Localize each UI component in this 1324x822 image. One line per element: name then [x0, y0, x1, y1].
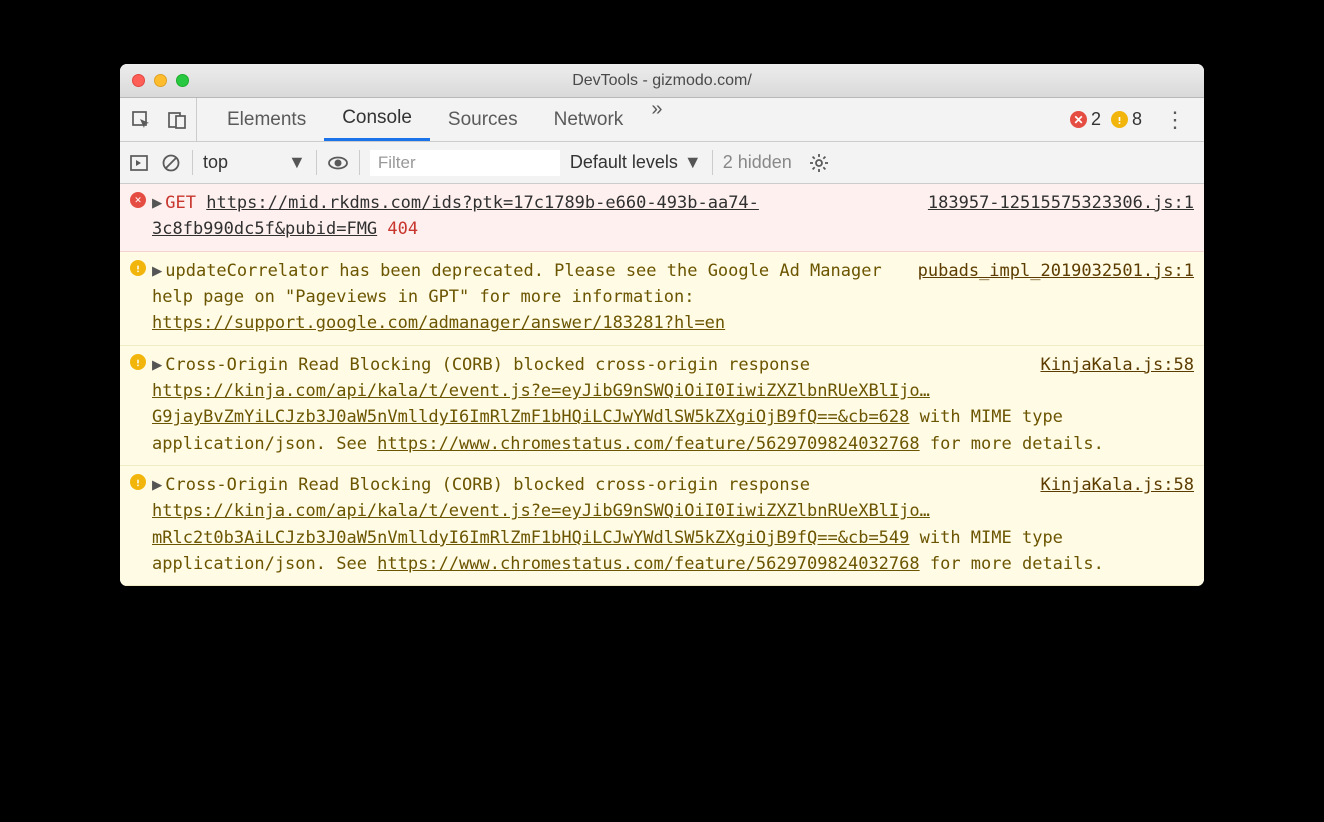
error-icon: ✕ — [1070, 111, 1087, 128]
console-log: ✕ 183957-12515575323306.js:1 ▶GET https:… — [120, 184, 1204, 586]
hidden-count[interactable]: 2 hidden — [723, 152, 792, 173]
warning-icon — [1111, 111, 1128, 128]
request-url[interactable]: https://mid.rkdms.com/ids?ptk=17c1789b-e… — [152, 193, 759, 239]
tabbar: Elements Console Sources Network » ✕ 2 8… — [120, 98, 1204, 142]
error-icon: ✕ — [130, 192, 146, 208]
log-text: updateCorrelator has been deprecated. Pl… — [152, 261, 882, 307]
levels-dropdown[interactable]: Default levels ▼ — [570, 152, 702, 173]
live-expression-icon[interactable] — [327, 152, 349, 174]
expand-caret-icon[interactable]: ▶ — [152, 193, 162, 213]
log-row[interactable]: KinjaKala.js:58 ▶Cross-Origin Read Block… — [120, 346, 1204, 466]
log-text: Cross-Origin Read Blocking (CORB) blocke… — [165, 355, 810, 375]
log-link[interactable]: https://kinja.com/api/kala/t/event.js?e=… — [152, 501, 930, 547]
console-toolbar: top ▼ Default levels ▼ 2 hidden — [120, 142, 1204, 184]
source-link[interactable]: 183957-12515575323306.js:1 — [928, 190, 1194, 216]
titlebar: DevTools - gizmodo.com/ — [120, 64, 1204, 98]
filter-input[interactable] — [370, 150, 560, 176]
http-method: GET — [165, 193, 196, 213]
source-link[interactable]: KinjaKala.js:58 — [1040, 352, 1194, 378]
expand-caret-icon[interactable]: ▶ — [152, 261, 162, 281]
source-link[interactable]: KinjaKala.js:58 — [1040, 472, 1194, 498]
http-status: 404 — [387, 219, 418, 239]
gear-icon[interactable] — [808, 152, 830, 174]
close-button[interactable] — [132, 74, 145, 87]
log-link[interactable]: https://www.chromestatus.com/feature/562… — [377, 554, 919, 574]
log-text: Cross-Origin Read Blocking (CORB) blocke… — [165, 475, 810, 495]
tabs: Elements Console Sources Network » — [209, 98, 672, 141]
maximize-button[interactable] — [176, 74, 189, 87]
more-menu[interactable]: ⋮ — [1152, 107, 1198, 133]
warning-count-value: 8 — [1132, 109, 1142, 130]
clear-console-icon[interactable] — [160, 152, 182, 174]
log-row[interactable]: KinjaKala.js:58 ▶Cross-Origin Read Block… — [120, 466, 1204, 586]
tab-sources[interactable]: Sources — [430, 98, 536, 141]
tab-elements[interactable]: Elements — [209, 98, 324, 141]
console-drawer-icon[interactable] — [128, 152, 150, 174]
inspect-icon[interactable] — [130, 109, 152, 131]
toolbar-icons — [126, 98, 197, 141]
warning-icon — [130, 474, 146, 490]
log-link[interactable]: https://kinja.com/api/kala/t/event.js?e=… — [152, 381, 930, 427]
tab-console[interactable]: Console — [324, 98, 430, 141]
tab-network[interactable]: Network — [536, 98, 642, 141]
context-dropdown[interactable]: top ▼ — [203, 152, 306, 173]
levels-label: Default levels — [570, 152, 678, 173]
chevron-down-icon: ▼ — [288, 152, 306, 173]
log-row[interactable]: pubads_impl_2019032501.js:1 ▶updateCorre… — [120, 252, 1204, 346]
log-link[interactable]: https://www.chromestatus.com/feature/562… — [377, 434, 919, 454]
warning-icon — [130, 354, 146, 370]
error-count[interactable]: ✕ 2 — [1070, 109, 1101, 130]
device-toggle-icon[interactable] — [166, 109, 188, 131]
log-text: for more details. — [920, 434, 1104, 454]
chevron-down-icon: ▼ — [684, 152, 702, 173]
warning-icon — [130, 260, 146, 276]
expand-caret-icon[interactable]: ▶ — [152, 475, 162, 495]
devtools-window: DevTools - gizmodo.com/ Elements Console… — [120, 64, 1204, 586]
context-value: top — [203, 152, 228, 173]
log-text: for more details. — [920, 554, 1104, 574]
expand-caret-icon[interactable]: ▶ — [152, 355, 162, 375]
error-count-value: 2 — [1091, 109, 1101, 130]
tabbar-right: ✕ 2 8 ⋮ — [1070, 107, 1198, 133]
window-title: DevTools - gizmodo.com/ — [120, 72, 1204, 90]
window-controls — [132, 74, 189, 87]
log-link[interactable]: https://support.google.com/admanager/ans… — [152, 313, 725, 333]
minimize-button[interactable] — [154, 74, 167, 87]
tabs-overflow[interactable]: » — [641, 98, 672, 141]
log-row[interactable]: ✕ 183957-12515575323306.js:1 ▶GET https:… — [120, 184, 1204, 252]
warning-count[interactable]: 8 — [1111, 109, 1142, 130]
source-link[interactable]: pubads_impl_2019032501.js:1 — [918, 258, 1194, 284]
